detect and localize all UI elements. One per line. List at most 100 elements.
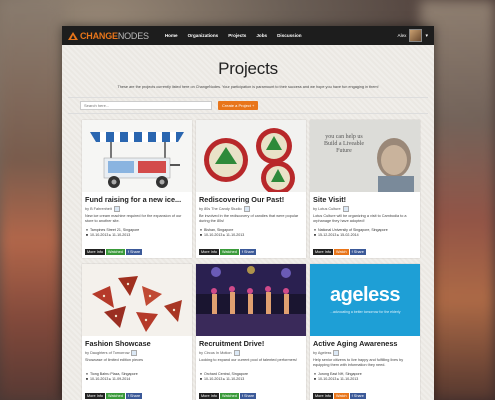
project-description: Showcase of limited edition pieces: [85, 358, 144, 362]
project-title[interactable]: Site Visit!: [310, 192, 420, 204]
ice-cream-cart-image[interactable]: [82, 120, 192, 192]
more-info-button[interactable]: More Info: [199, 393, 220, 399]
project-dates: ■ 10-10-2013 ▸ 11-10-2013: [310, 377, 420, 382]
owner-logo: [342, 206, 349, 212]
project-dates: ■ 10-10-2013 ▸ 11-10-2013: [196, 377, 306, 382]
more-info-button[interactable]: More Info: [313, 393, 334, 399]
calendar-icon: ■: [85, 233, 89, 237]
project-dates: ■ 15-12-2013 ▸ 15-02-2014: [310, 233, 420, 238]
owner-name: by Lotus Culture: [313, 207, 341, 211]
project-title[interactable]: Fashion Showcase: [82, 336, 192, 348]
project-card[interactable]: Rediscovering Our Past! by 80s The Candy…: [196, 120, 306, 258]
fashion-items-image[interactable]: [82, 264, 192, 336]
card-actions: More Info Watched f Share: [85, 393, 143, 399]
nav-links: Home Organizations Projects Jobs Discuss…: [165, 33, 312, 38]
stage-performers-image[interactable]: [196, 264, 306, 336]
project-card[interactable]: Fund raising for a new ice... by B Fahre…: [82, 120, 192, 258]
facebook-share-button[interactable]: f Share: [239, 249, 257, 255]
child-photo-image[interactable]: you can help us Build a Liveable Future: [310, 120, 420, 192]
nav-link-discussion[interactable]: Discussion: [277, 33, 302, 38]
ageless-tagline: …advocating a better tomorrow for the el…: [329, 310, 401, 314]
project-title[interactable]: Recruitment Drive!: [196, 336, 306, 348]
dates-text: 10-10-2013 ▸ 11-10-2013: [90, 233, 131, 237]
avatar[interactable]: [409, 29, 423, 42]
dates-text: 10-10-2013 ▸ 11-10-2013: [204, 377, 245, 381]
projects-grid: Fund raising for a new ice... by B Fahre…: [82, 120, 428, 400]
project-description: Looking to expand our current pool of ta…: [199, 358, 297, 362]
owner-name: by B Fahrenheit: [85, 207, 112, 211]
facebook-share-button[interactable]: f Share: [239, 393, 257, 399]
user-name: Alex: [397, 33, 407, 38]
chevron-down-icon[interactable]: ▾: [425, 33, 428, 39]
search-input[interactable]: [80, 101, 212, 110]
project-title[interactable]: Fund raising for a new ice...: [82, 192, 192, 204]
project-title[interactable]: Active Aging Awareness: [310, 336, 420, 348]
project-card[interactable]: you can help us Build a Liveable Future …: [310, 120, 420, 258]
card-actions: More Info Watch f Share: [313, 249, 367, 255]
logo[interactable]: CHANGE NODES: [68, 31, 149, 41]
nav-link-jobs[interactable]: Jobs: [256, 33, 267, 38]
owner-name: by Ageless: [313, 351, 332, 355]
facebook-share-button[interactable]: f Share: [125, 393, 143, 399]
search-bar: Create a Project +: [68, 97, 428, 114]
project-description: Lotus Culture will be organizing a visit…: [313, 214, 407, 223]
child-photo-caption: you can help us Build a Liveable Future: [324, 134, 364, 154]
location-text: Tampines Street 21, Singapore: [89, 228, 140, 232]
facebook-share-button[interactable]: f Share: [349, 393, 366, 399]
owner-logo: [243, 206, 250, 212]
card-actions: More Info Watched f Share: [199, 249, 257, 255]
page-intro: These are the projects currently listed …: [117, 85, 379, 89]
location-text: Tiong Bahru Plaza, Singapore: [89, 372, 138, 376]
location-text: Bishan, Singapore: [204, 228, 234, 232]
owner-logo: [333, 350, 340, 356]
watch-button[interactable]: Watch: [334, 249, 349, 255]
watch-button[interactable]: Watched: [220, 249, 239, 255]
project-owner: by Lotus Culture: [310, 204, 420, 212]
more-info-button[interactable]: More Info: [313, 249, 334, 255]
project-card[interactable]: Fashion Showcase by Daughters of Tomorro…: [82, 264, 192, 400]
nav-link-organizations[interactable]: Organizations: [188, 33, 219, 38]
background-blur-left: [0, 0, 62, 400]
ageless-banner-image[interactable]: ageless …advocating a better tomorrow fo…: [310, 264, 420, 336]
user-menu[interactable]: Alex ▾: [398, 29, 428, 42]
watch-button[interactable]: Watch: [334, 393, 349, 399]
dates-text: 10-10-2013 ▸ 11-09-2014: [90, 377, 131, 381]
project-description: New ice cream machine required for the e…: [85, 214, 182, 223]
project-title[interactable]: Rediscovering Our Past!: [196, 192, 306, 204]
more-info-button[interactable]: More Info: [85, 393, 106, 399]
page-title: Projects: [218, 59, 278, 78]
calendar-icon: ■: [313, 233, 317, 237]
facebook-share-button[interactable]: f Share: [349, 249, 366, 255]
owner-name: by Daughters of Tomorrow: [85, 351, 130, 355]
candy-tins-image[interactable]: [196, 120, 306, 192]
main-content: Projects These are the projects currentl…: [62, 45, 434, 400]
project-card[interactable]: Recruitment Drive! by Circus In Motion L…: [196, 264, 306, 400]
more-info-button[interactable]: More Info: [199, 249, 220, 255]
ageless-logo-text: ageless: [330, 284, 400, 306]
project-owner: by 80s The Candy Studio: [196, 204, 306, 212]
card-actions: More Info Watched f Share: [199, 393, 257, 399]
facebook-share-button[interactable]: f Share: [125, 249, 143, 255]
more-info-button[interactable]: More Info: [85, 249, 106, 255]
watch-button[interactable]: Watched: [220, 393, 239, 399]
owner-name: by Circus In Motion: [199, 351, 232, 355]
project-card[interactable]: ageless …advocating a better tomorrow fo…: [310, 264, 420, 400]
calendar-icon: ■: [199, 377, 203, 381]
owner-logo: [233, 350, 240, 356]
project-owner: by Circus In Motion: [196, 348, 306, 356]
project-description: Help senior citizens to live happy and f…: [313, 358, 404, 367]
calendar-icon: ■: [85, 377, 89, 381]
card-actions: More Info Watched f Share: [85, 249, 143, 255]
watch-button[interactable]: Watched: [106, 249, 125, 255]
create-project-button[interactable]: Create a Project +: [218, 101, 259, 110]
project-owner: by Ageless: [310, 348, 420, 356]
project-dates: ■ 10-10-2013 ▸ 11-10-2013: [196, 233, 306, 238]
watch-button[interactable]: Watched: [106, 393, 125, 399]
nav-link-projects[interactable]: Projects: [228, 33, 246, 38]
nav-link-home[interactable]: Home: [165, 33, 178, 38]
card-actions: More Info Watch f Share: [313, 393, 367, 399]
owner-logo: [131, 350, 138, 356]
project-dates: ■ 10-10-2013 ▸ 11-09-2014: [82, 377, 192, 382]
dates-text: 10-10-2013 ▸ 11-10-2013: [318, 377, 359, 381]
owner-name: by 80s The Candy Studio: [199, 207, 242, 211]
